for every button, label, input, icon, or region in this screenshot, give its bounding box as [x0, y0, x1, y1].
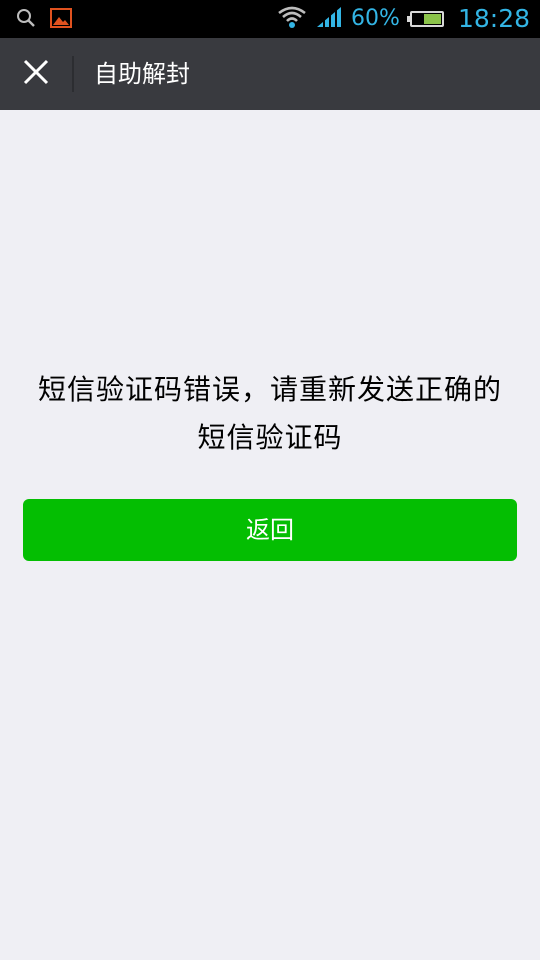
- page-title: 自助解封: [94, 60, 190, 88]
- title-bar: 自助解封: [0, 38, 540, 110]
- status-indicators: 60% 18:28: [277, 0, 530, 38]
- battery-level-fill: [423, 14, 441, 24]
- signal-icon: [315, 5, 343, 33]
- search-icon: [16, 8, 36, 32]
- wifi-icon: [277, 5, 307, 33]
- back-button[interactable]: 返回: [23, 499, 517, 561]
- close-icon: [23, 59, 49, 89]
- main-content: 短信验证码错误，请重新发送正确的短信验证码 返回: [0, 110, 540, 960]
- notification-icons: [16, 8, 72, 32]
- close-button[interactable]: [14, 52, 58, 96]
- battery-percent: 60%: [351, 6, 400, 31]
- title-divider: [72, 56, 74, 92]
- error-message: 短信验证码错误，请重新发送正确的短信验证码: [37, 373, 502, 454]
- clock: 18:28: [457, 4, 530, 33]
- gallery-icon: [50, 8, 72, 32]
- battery-icon: [406, 11, 444, 27]
- status-bar: 60% 18:28: [0, 0, 540, 38]
